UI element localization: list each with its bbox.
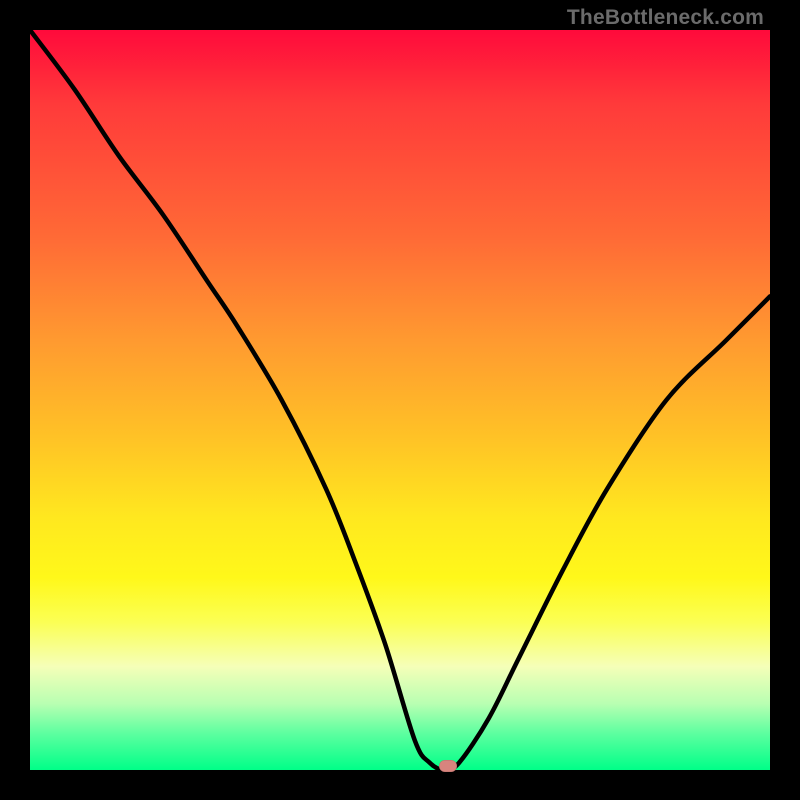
plot-area (30, 30, 770, 770)
minimum-marker (439, 760, 457, 772)
bottleneck-curve (30, 30, 770, 770)
watermark-text: TheBottleneck.com (567, 6, 764, 30)
chart-frame: TheBottleneck.com (0, 0, 800, 800)
